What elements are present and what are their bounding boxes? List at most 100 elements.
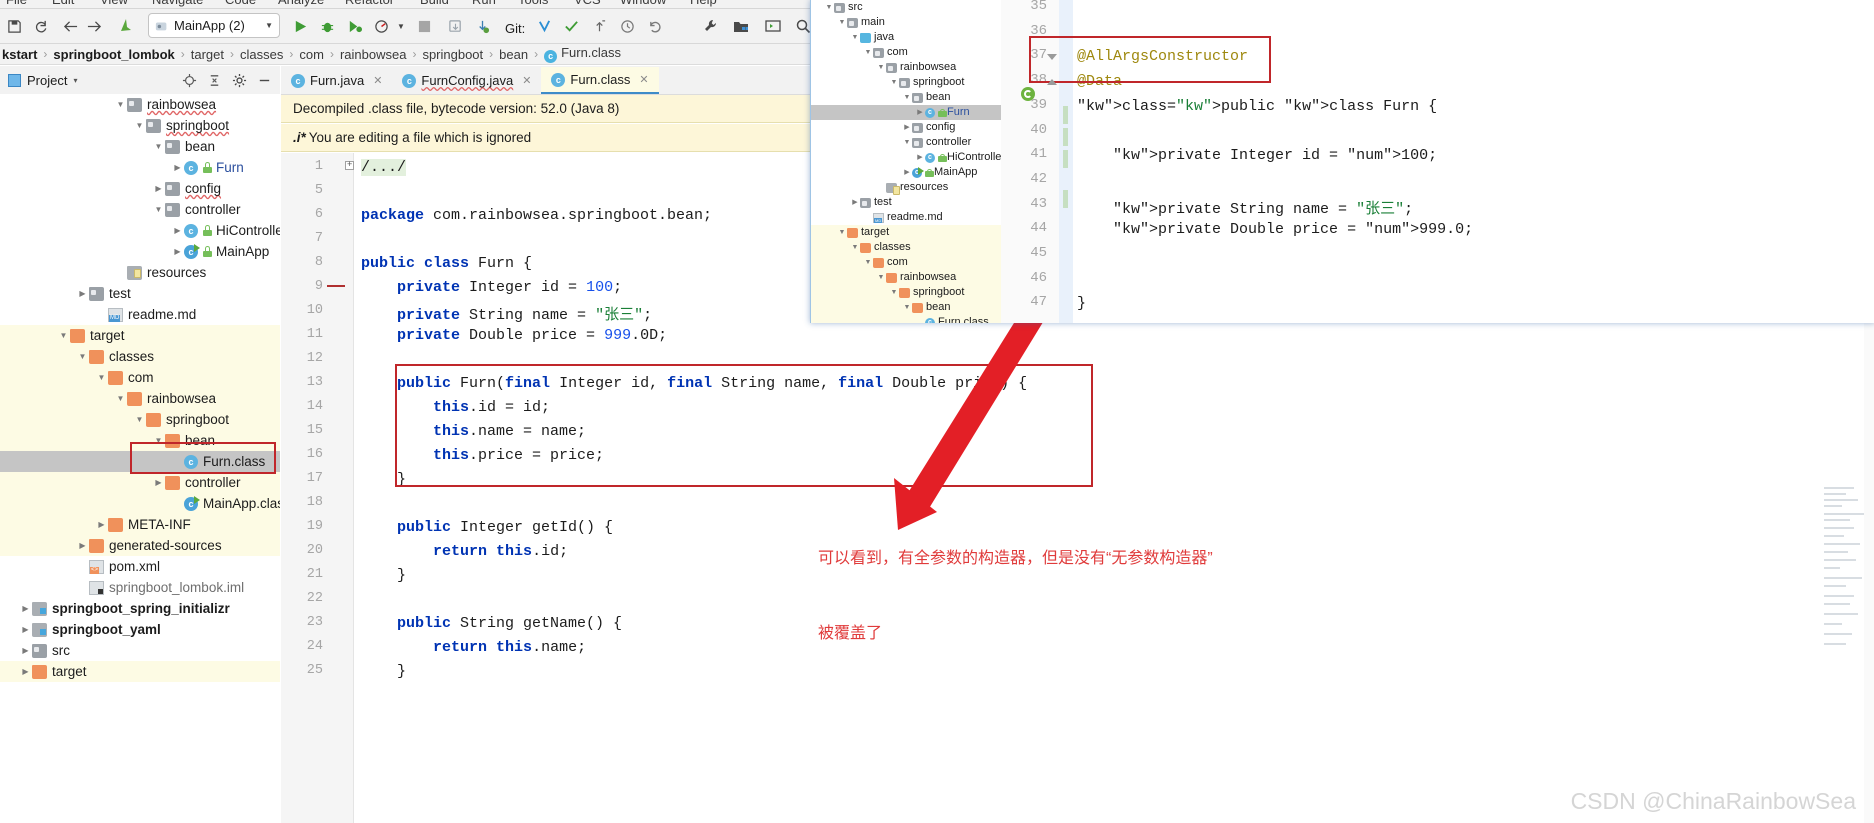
overlay-tree-item-hicontrolle[interactable]: ▶ c HiControlle <box>811 150 1001 165</box>
close-icon[interactable]: ✕ <box>639 73 648 86</box>
collapse-all-icon[interactable] <box>207 73 222 88</box>
tree-item-mainapp-class[interactable]: cMainApp.class <box>0 493 280 514</box>
chevron-down-icon[interactable]: ▾ <box>73 76 77 85</box>
chevron-down-icon[interactable]: ▼ <box>850 30 860 45</box>
menu-item-code[interactable]: Code <box>225 0 256 7</box>
overlay-tree-item-furn-class[interactable]: c Furn.class <box>811 315 1001 323</box>
chevron-right-icon[interactable]: ▶ <box>19 661 32 682</box>
chevron-down-icon[interactable]: ▼ <box>902 90 912 105</box>
breadcrumb-item-4[interactable]: com <box>299 47 324 62</box>
project-structure-icon[interactable] <box>730 14 752 38</box>
overlay-tree-item-test[interactable]: ▶ test <box>811 195 1001 210</box>
chevron-right-icon[interactable]: ▶ <box>152 472 165 493</box>
overlay-tree-item-resources[interactable]: resources <box>811 180 1001 195</box>
chevron-down-icon[interactable]: ▼ <box>152 136 165 157</box>
chevron-down-icon[interactable]: ▼ <box>95 367 108 388</box>
editor-minimap[interactable] <box>1816 483 1874 658</box>
breadcrumb-item-5[interactable]: rainbowsea <box>340 47 407 62</box>
chevron-down-icon[interactable]: ▼ <box>876 270 886 285</box>
menu-item-tools[interactable]: Tools <box>518 0 548 7</box>
revert-icon[interactable] <box>644 14 666 38</box>
commit-icon[interactable] <box>533 14 555 38</box>
chevron-right-icon[interactable]: ▶ <box>915 105 925 120</box>
overlay-tree-item-mainapp[interactable]: ▶ c MainApp <box>811 165 1001 180</box>
overlay-tree-item-furn[interactable]: ▶ c Furn <box>811 105 1001 120</box>
tree-item-meta-inf[interactable]: ▶ META-INF <box>0 514 280 535</box>
tree-item-mainapp[interactable]: ▶ c MainApp <box>0 241 280 262</box>
overlay-tree-item-bean[interactable]: ▼ bean <box>811 300 1001 315</box>
tree-item-target[interactable]: ▼ target <box>0 325 280 346</box>
tree-item-test[interactable]: ▶ test <box>0 283 280 304</box>
chevron-down-icon[interactable]: ▼ <box>889 75 899 90</box>
tree-item-target[interactable]: ▶ target <box>0 661 280 682</box>
tree-item-rainbowsea[interactable]: ▼ rainbowsea <box>0 388 280 409</box>
run-icon[interactable] <box>288 14 312 38</box>
menu-item-analyze[interactable]: Analyze <box>278 0 324 7</box>
tree-item-furn[interactable]: ▶ c Furn <box>0 157 280 178</box>
menu-item-build[interactable]: Build <box>420 0 449 7</box>
collapse-annotation-icon[interactable] <box>1047 54 1057 61</box>
overlay-tree-item-controller[interactable]: ▼ controller <box>811 135 1001 150</box>
tree-item-furn-class[interactable]: c Furn.class <box>0 451 280 472</box>
menu-item-refactor[interactable]: Refactor <box>345 0 394 7</box>
chevron-right-icon[interactable]: ▶ <box>902 165 912 180</box>
chevron-down-icon[interactable]: ▼ <box>863 255 873 270</box>
chevron-right-icon[interactable]: ▶ <box>95 514 108 535</box>
close-icon[interactable]: ✕ <box>373 74 382 87</box>
tree-item-springboot[interactable]: ▼ springboot <box>0 409 280 430</box>
overlay-gutter[interactable]: 35 36 37 38 39 40 41 42 43 44 45 46 47 <box>1001 0 1060 323</box>
chevron-down-icon[interactable]: ▼ <box>876 60 886 75</box>
settings-gear-icon[interactable] <box>232 73 247 88</box>
tree-item-springboot-yaml[interactable]: ▶ springboot_yaml <box>0 619 280 640</box>
breadcrumb-item-0[interactable]: kstart <box>2 47 37 62</box>
overlay-project-tree[interactable]: ▼ src ▼ main ▼ java ▼ com ▼ rainbowsea ▼ springboot… <box>811 0 1001 323</box>
run-with-coverage-icon[interactable] <box>342 14 366 38</box>
chevron-down-icon[interactable]: ▼ <box>889 285 899 300</box>
chevron-right-icon[interactable]: ▶ <box>19 640 32 661</box>
menu-item-navigate[interactable]: Navigate <box>152 0 203 7</box>
editor-tab-furnconfig-java[interactable]: c FurnConfig.java ✕ <box>392 67 541 94</box>
tree-item-readme-md[interactable]: readme.md <box>0 304 280 325</box>
back-arrow-icon[interactable] <box>58 14 82 38</box>
push-icon[interactable] <box>588 14 610 38</box>
chevron-down-icon[interactable]: ▼ <box>114 94 127 115</box>
tree-item-classes[interactable]: ▼ classes <box>0 346 280 367</box>
chevron-down-icon[interactable]: ▼ <box>902 300 912 315</box>
editor-gutter[interactable]: 1 5 6 7 8 9 10 11 12 13 14 15 16 17 18 19 20 21 22 23 24 25 <box>281 153 354 823</box>
overlay-tree-item-com[interactable]: ▼ com <box>811 255 1001 270</box>
chevron-down-icon[interactable]: ▼ <box>152 430 165 451</box>
breadcrumb-item-1[interactable]: springboot_lombok <box>53 47 174 62</box>
menu-item-run[interactable]: Run <box>472 0 496 7</box>
chevron-right-icon[interactable]: ▶ <box>902 120 912 135</box>
settings-wrench-icon[interactable] <box>700 14 722 38</box>
save-icon[interactable] <box>2 14 26 38</box>
menu-item-view[interactable]: View <box>100 0 128 7</box>
menu-item-help[interactable]: Help <box>690 0 717 7</box>
overlay-tree-item-springboot[interactable]: ▼ springboot <box>811 285 1001 300</box>
sync-icon[interactable] <box>28 14 52 38</box>
chevron-right-icon[interactable]: ▶ <box>19 598 32 619</box>
tree-item-pom-xml[interactable]: pom.xml <box>0 556 280 577</box>
breadcrumb-item-2[interactable]: target <box>191 47 224 62</box>
tree-item-config[interactable]: ▶ config <box>0 178 280 199</box>
close-icon[interactable]: ✕ <box>522 74 531 87</box>
spring-bean-gutter-icon[interactable] <box>1021 87 1035 101</box>
breadcrumb-item-3[interactable]: classes <box>240 47 283 62</box>
chevron-right-icon[interactable]: ▶ <box>171 220 184 241</box>
checkmark-icon[interactable] <box>560 14 582 38</box>
tree-item-bean[interactable]: ▼ bean <box>0 430 280 451</box>
overlay-tree-item-springboot[interactable]: ▼ springboot <box>811 75 1001 90</box>
tree-item-resources[interactable]: resources <box>0 262 280 283</box>
chevron-right-icon[interactable]: ▶ <box>76 535 89 556</box>
editor-tab-furn-java[interactable]: c Furn.java ✕ <box>281 67 392 94</box>
overlay-tree-item-java[interactable]: ▼ java <box>811 30 1001 45</box>
breadcrumb-item-6[interactable]: springboot <box>422 47 483 62</box>
chevron-right-icon[interactable]: ▶ <box>152 178 165 199</box>
chevron-down-icon[interactable]: ▼ <box>152 199 165 220</box>
overlay-tree-item-target[interactable]: ▼ target <box>811 225 1001 240</box>
folded-region[interactable]: /.../ <box>361 159 407 176</box>
stop-icon[interactable] <box>412 14 436 38</box>
overlay-tree-item-classes[interactable]: ▼ classes <box>811 240 1001 255</box>
overlay-tree-item-rainbowsea[interactable]: ▼ rainbowsea <box>811 60 1001 75</box>
tree-item-springboot-lombok-iml[interactable]: springboot_lombok.iml <box>0 577 280 598</box>
